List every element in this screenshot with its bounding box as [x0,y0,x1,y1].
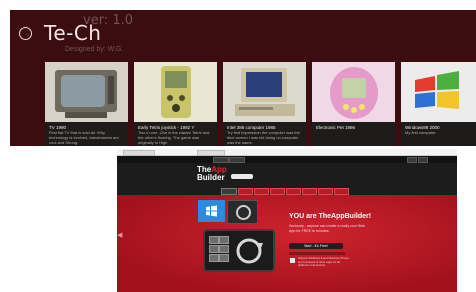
computer-image [223,62,306,122]
device-thumb [209,245,219,253]
electronic-pet-image [312,62,395,122]
menu-item[interactable] [254,188,269,195]
menu-item[interactable] [334,188,349,195]
tile-title: Early Tetris joystick - 1992 Y [138,125,195,130]
tile-title: Windows98 2000 [405,125,440,130]
support-badge-text: Support Windows 8 and Windows Phone, and… [298,256,350,268]
devices-showcase [203,229,275,272]
device-thumb [219,245,229,253]
start-free-button[interactable]: Start - it's Free! [289,243,343,249]
app-designer: Designed by: W.G. [65,46,124,53]
app-title: Te-Ch [44,21,102,45]
menu-item[interactable] [238,188,253,195]
menu-item[interactable] [318,188,333,195]
refresh-ring-icon [236,238,263,264]
device-thumb [219,236,229,244]
menu-item[interactable] [221,188,237,195]
photo-gallery-thumbnail[interactable] [227,200,258,224]
browser-tab-bar [117,149,457,156]
divider [289,252,345,255]
tile-computer[interactable]: Intel 386 computer 1985 Try find impress… [223,62,306,146]
tile-tetris[interactable]: Early Tetris joystick - 1992 Y Two in on… [134,62,217,146]
app-window: ver: 1.0 Te-Ch Designed by: W.G. TV 1990… [10,10,476,146]
tile-description: First flat TV that is sold all. Why tech… [49,131,119,145]
menu-item[interactable] [286,188,301,195]
tile-description: Try find impression the computer was the… [227,131,300,145]
browser-window: TheApp Builder ◀ YOU are TheAppBuilder! … [117,149,457,292]
site-menu [221,188,349,195]
header-button[interactable] [231,174,253,179]
device-thumb [219,254,229,262]
tile-description: My first computer. [405,131,437,135]
logo-text: TheApp Builder [197,166,227,182]
hero-headline: YOU are TheAppBuilder! [289,213,372,220]
site-logo[interactable]: TheApp Builder [197,166,227,186]
tetris-image [134,62,217,122]
tile-caption: Windows98 2000 My first computer. [401,122,476,146]
windows-logo-icon [198,200,225,222]
tile-caption: Early Tetris joystick - 1992 Y Two in on… [134,122,217,146]
carousel-left-arrow-icon[interactable]: ◀ [117,231,122,239]
hero-section: ◀ YOU are TheAppBuilder! Seriously - any… [117,195,457,292]
tile-electronic-pet[interactable]: Electronic Pet 1996 [312,62,395,146]
tile-caption: Electronic Pet 1996 [312,122,395,146]
back-circle-icon[interactable] [19,27,32,40]
tile-description: Two in one. One is the classic Tetris an… [138,131,210,145]
menu-item[interactable] [270,188,285,195]
device-thumb [209,254,219,262]
menu-item[interactable] [302,188,317,195]
device-thumb [209,236,219,244]
tile-title: TV 1990 [49,125,67,130]
tile-tv[interactable]: TV 1990 First flat TV that is sold all. … [45,62,128,146]
site-top-nav [117,156,457,163]
windows98-image [401,62,476,122]
tile-description [316,131,392,145]
tile-title: Intel 386 computer 1985 [227,125,276,130]
tile-caption: Intel 386 computer 1985 Try find impress… [223,122,306,146]
windows-badge-icon [290,258,295,263]
tile-title: Electronic Pet 1996 [316,125,356,130]
camera-lens-icon [236,205,251,220]
hero-subtext: Seriously - anyone can create a really c… [289,224,366,233]
tv-image [45,62,128,122]
tile-windows98[interactable]: Windows98 2000 My first computer. [401,62,476,146]
tile-caption: TV 1990 First flat TV that is sold all. … [45,122,128,146]
logo-line3: Builder [197,173,225,182]
